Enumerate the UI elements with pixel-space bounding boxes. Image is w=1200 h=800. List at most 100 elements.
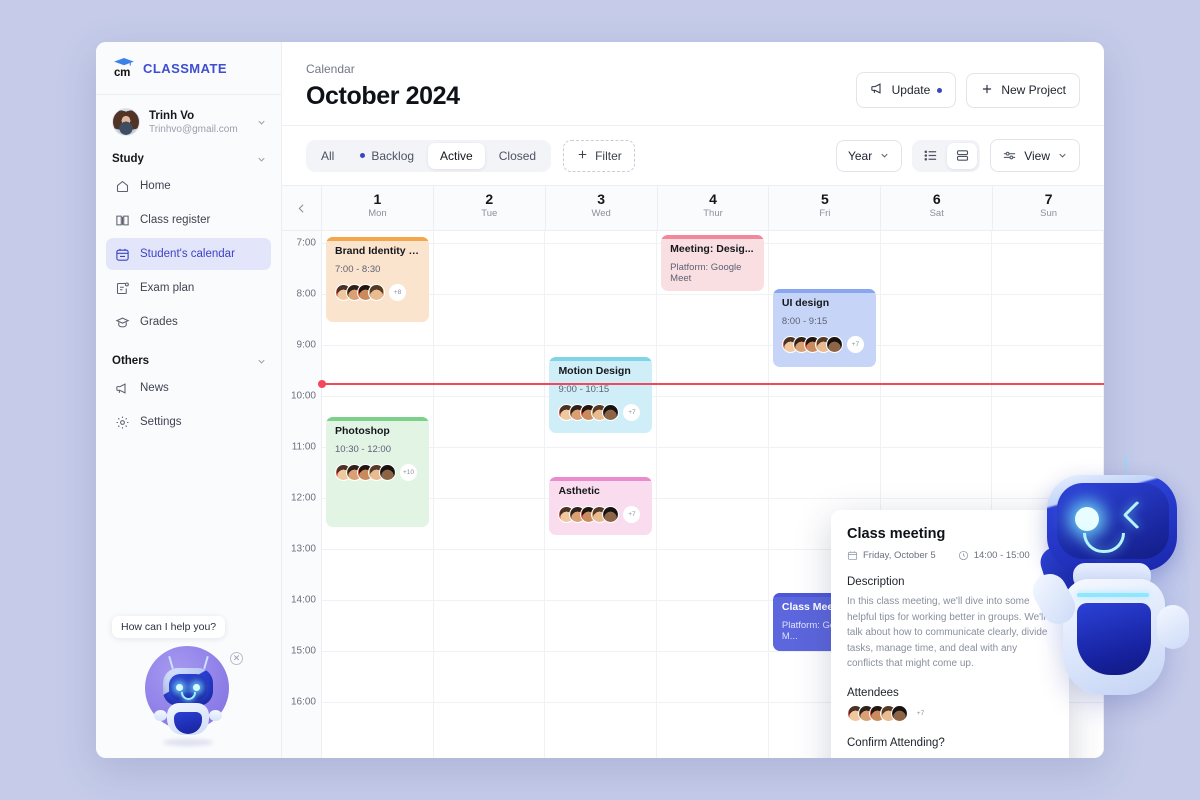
day-column[interactable]: Motion Design 9:00 - 10:15 +7 Asthetic +7 <box>545 231 658 758</box>
day-header[interactable]: 6 Sat <box>881 186 994 230</box>
day-header[interactable]: 4 Thur <box>658 186 770 230</box>
brand-logo-area[interactable]: cm CLASSMATE <box>96 42 281 95</box>
tab-backlog[interactable]: Backlog <box>348 143 426 169</box>
event-color-bar <box>549 357 653 361</box>
update-button-label: Update <box>891 83 931 97</box>
profile-switcher[interactable]: Trinh Vo Trinhvo@gmail.com <box>96 95 281 147</box>
range-select[interactable]: Year <box>835 139 903 172</box>
day-name: Tue <box>481 208 498 219</box>
calendar-event[interactable]: Photoshop 10:30 - 12:00 +10 <box>326 417 429 527</box>
sidebar-item-class-register[interactable]: Class register <box>106 204 271 236</box>
mascot-light-strip <box>1077 593 1149 597</box>
day-number: 4 <box>709 191 717 207</box>
sidebar-item-label: Grades <box>140 316 178 328</box>
calendar-event[interactable]: Asthetic +7 <box>549 477 653 535</box>
assistant-mascot[interactable] <box>1015 455 1200 775</box>
sidebar-group-label: Others <box>112 355 150 367</box>
range-select-label: Year <box>847 148 873 163</box>
day-name: Sun <box>1040 208 1058 219</box>
sidebar-group-study-header[interactable]: Study <box>96 147 281 169</box>
day-name: Sat <box>929 208 944 219</box>
tab-label: Backlog <box>371 148 415 163</box>
chevron-down-icon <box>1059 153 1066 158</box>
rows-icon <box>956 150 968 161</box>
main-content: Calendar October 2024 Update New Project… <box>282 42 1104 758</box>
attendee-avatar <box>602 404 620 421</box>
hour-gridline <box>322 447 1104 448</box>
backlog-dot <box>360 153 366 158</box>
hour-gridline <box>322 396 1104 397</box>
tab-all[interactable]: All <box>309 143 346 169</box>
day-header[interactable]: 7 Sun <box>993 186 1104 230</box>
prev-week-button[interactable] <box>282 186 322 230</box>
sidebar: cm CLASSMATE Trinh Vo Trinhvo@gmail.com … <box>96 42 282 758</box>
graduation-cap-icon: cm <box>112 57 136 79</box>
day-header[interactable]: 5 Fri <box>769 186 882 230</box>
event-attendees: +7 <box>781 336 867 353</box>
day-column[interactable]: Meeting: Desig... Platform: Google Meet <box>657 231 769 758</box>
day-header[interactable]: 3 Wed <box>546 186 658 230</box>
current-time-indicator <box>318 379 1104 388</box>
tab-closed[interactable]: Closed <box>487 143 548 169</box>
new-project-button[interactable]: New Project <box>966 72 1080 108</box>
day-name: Thur <box>703 208 723 219</box>
event-subtitle: 8:00 - 9:15 <box>781 316 828 327</box>
event-color-bar <box>326 417 429 421</box>
attendee-overflow-count: +7 <box>846 336 864 353</box>
attendee-overflow-count: +10 <box>400 464 417 481</box>
chat-helper: How can I help you? ✕ <box>96 616 282 750</box>
day-column[interactable] <box>434 231 546 758</box>
calendar-event[interactable]: Brand Identity D... 7:00 - 8:30 +8 <box>326 237 429 322</box>
day-header[interactable]: 1 Mon <box>322 186 434 230</box>
calendar-icon <box>847 551 858 561</box>
view-settings-button[interactable]: View <box>990 139 1080 172</box>
day-name: Fri <box>819 208 831 219</box>
time-label: 16:00 <box>290 696 316 708</box>
chevron-left-icon <box>298 203 304 213</box>
filter-button[interactable]: Filter <box>563 139 635 172</box>
board-view-button[interactable] <box>947 142 978 169</box>
popup-date: Friday, October 5 <box>847 550 936 561</box>
sidebar-item-exam-plan[interactable]: Exam plan <box>106 272 271 304</box>
event-title: UI design <box>781 297 830 309</box>
day-number: 5 <box>820 191 829 207</box>
layout-toggle-group <box>912 139 981 172</box>
sidebar-item-students-calendar[interactable]: Student's calendar <box>106 238 271 270</box>
brand-mark: cm <box>114 67 131 79</box>
update-button[interactable]: Update <box>855 72 957 108</box>
chat-helper-bot[interactable]: ✕ <box>129 640 249 750</box>
event-title: Photoshop <box>335 425 390 437</box>
close-icon[interactable]: ✕ <box>230 652 243 665</box>
event-title: Meeting: Desig... <box>670 243 754 255</box>
sidebar-item-label: News <box>140 382 169 394</box>
event-subtitle: 7:00 - 8:30 <box>335 264 381 275</box>
day-header[interactable]: 2 Tue <box>434 186 546 230</box>
day-name: Mon <box>368 208 387 219</box>
event-title: Asthetic <box>558 485 600 497</box>
sidebar-group-others-header[interactable]: Others <box>96 349 281 371</box>
profile-name: Trinh Vo <box>149 109 195 122</box>
day-number: 7 <box>1044 191 1053 207</box>
calendar-event[interactable]: Meeting: Desig... Platform: Google Meet <box>661 235 764 291</box>
calendar-event[interactable]: Motion Design 9:00 - 10:15 +7 <box>549 357 653 433</box>
list-view-button[interactable] <box>915 143 945 169</box>
event-attendees: +8 <box>335 284 420 301</box>
calendar-icon <box>114 246 130 262</box>
mascot-arm-right <box>1157 605 1189 649</box>
decline-button[interactable]: No, I can't <box>847 757 947 758</box>
event-title: Motion Design <box>558 365 631 377</box>
sidebar-item-label: Student's calendar <box>140 248 235 260</box>
sidebar-item-home[interactable]: Home <box>106 170 271 202</box>
sidebar-item-settings[interactable]: Settings <box>106 406 271 438</box>
sidebar-item-grades[interactable]: Grades <box>106 306 271 338</box>
megaphone-icon <box>114 380 130 396</box>
attendee-overflow-count: +8 <box>389 284 406 301</box>
calendar-event[interactable]: UI design 8:00 - 9:15 +7 <box>772 289 876 367</box>
bot-shadow <box>163 739 213 746</box>
time-label: 14:00 <box>290 594 316 606</box>
day-number: 1 <box>373 191 382 207</box>
sidebar-item-news[interactable]: News <box>106 372 271 404</box>
event-color-bar <box>772 289 876 293</box>
day-column[interactable]: Brand Identity D... 7:00 - 8:30 +8 Photosho… <box>322 231 434 758</box>
tab-active[interactable]: Active <box>428 142 485 169</box>
